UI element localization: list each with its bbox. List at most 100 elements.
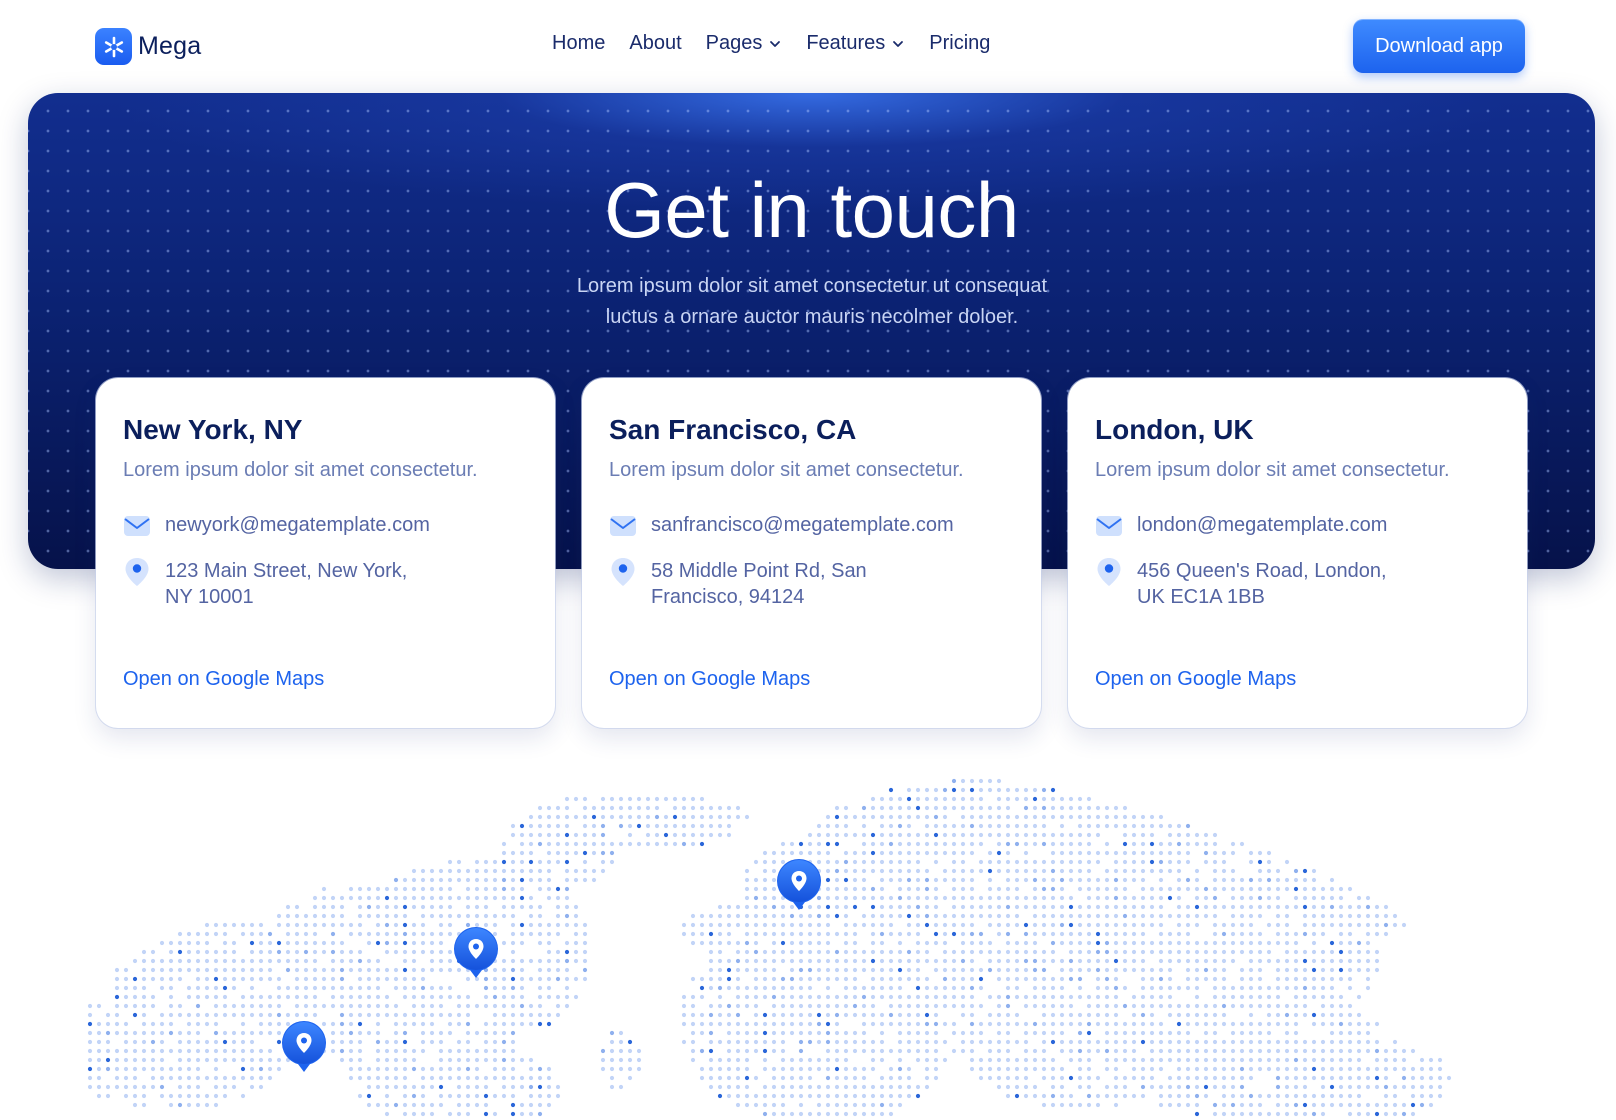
map-pin-icon[interactable] [774,858,824,914]
map-dot [1014,1039,1020,1045]
map-dot [861,994,867,1000]
map-dot [987,886,993,892]
open-google-maps-link[interactable]: Open on Google Maps [1095,668,1296,691]
nav-link-home[interactable]: Home [552,32,605,55]
map-dot [843,958,849,964]
map-dot [1077,877,1083,883]
map-dot [204,1102,210,1108]
map-dot [780,940,786,946]
map-dot [681,796,687,802]
map-dot [213,1075,219,1081]
office-email[interactable]: newyork@megatemplate.com [165,512,430,538]
map-dot [1221,1057,1227,1063]
map-dot [375,1084,381,1090]
map-dot [1050,913,1056,919]
map-dot [834,1021,840,1027]
map-dot [1005,931,1011,937]
map-dot [1095,940,1101,946]
map-dot [843,1039,849,1045]
map-dot [924,976,930,982]
map-dot [1302,1003,1308,1009]
map-dot [321,886,327,892]
map-dot [1050,1039,1056,1045]
map-dot [1185,841,1191,847]
map-dot [474,1048,480,1054]
map-dot [519,868,525,874]
map-dot [438,985,444,991]
map-dot [600,859,606,865]
map-dot [204,922,210,928]
map-dot [672,805,678,811]
map-dot [951,868,957,874]
map-dot [1005,859,1011,865]
map-dot [1095,1048,1101,1054]
map-dot [348,1030,354,1036]
map-dot [1158,868,1164,874]
map-dot [1212,877,1218,883]
map-dot [411,1084,417,1090]
map-dot [717,1012,723,1018]
nav-link-about[interactable]: About [629,32,681,55]
open-google-maps-link[interactable]: Open on Google Maps [609,668,810,691]
map-dot [483,1111,489,1117]
map-dot [420,976,426,982]
map-dot [1122,805,1128,811]
map-dot [1041,931,1047,937]
map-dot [960,805,966,811]
map-dot [1023,787,1029,793]
open-google-maps-link[interactable]: Open on Google Maps [123,668,324,691]
map-dot [348,1021,354,1027]
map-dot [807,1039,813,1045]
brand-logo[interactable]: Mega [95,28,201,65]
map-dot [393,985,399,991]
map-dot [1005,796,1011,802]
map-dot [879,823,885,829]
map-dot [1410,1111,1416,1117]
map-dot [393,886,399,892]
map-dot [195,1030,201,1036]
map-dot [780,1012,786,1018]
map-dot [123,1093,129,1099]
map-pin-icon[interactable] [451,926,501,982]
map-dot [114,1066,120,1072]
map-dot [969,841,975,847]
map-dot [1293,1012,1299,1018]
office-email[interactable]: london@megatemplate.com [1137,512,1387,538]
map-dot [870,1048,876,1054]
map-dot [726,805,732,811]
nav-dropdown-pages[interactable]: Pages [706,32,783,55]
office-email[interactable]: sanfrancisco@megatemplate.com [651,512,954,538]
map-dot [492,1048,498,1054]
map-dot [1158,823,1164,829]
map-dot [1428,1093,1434,1099]
map-dot [717,922,723,928]
map-dot [879,1048,885,1054]
map-dot [897,832,903,838]
map-dot [258,922,264,928]
map-dot [258,1030,264,1036]
map-dot [528,1012,534,1018]
map-dot [213,1066,219,1072]
map-dot [897,1021,903,1027]
map-dot [798,1111,804,1117]
chevron-down-icon [770,40,781,47]
map-dot [591,805,597,811]
map-dot [1023,814,1029,820]
nav-dropdown-features[interactable]: Features [806,32,905,55]
map-dot [744,994,750,1000]
map-dot [735,1021,741,1027]
nav-link-pricing[interactable]: Pricing [929,32,990,55]
map-dot [186,1057,192,1063]
map-dot [348,895,354,901]
map-dot [492,913,498,919]
map-dot [600,1048,606,1054]
map-pin-icon[interactable] [279,1020,329,1076]
map-dot [816,1021,822,1027]
map-dot [537,814,543,820]
map-dot [1176,886,1182,892]
map-dot [708,985,714,991]
map-dot [825,940,831,946]
download-app-button[interactable]: Download app [1353,19,1525,73]
map-dot [960,796,966,802]
map-dot [906,805,912,811]
